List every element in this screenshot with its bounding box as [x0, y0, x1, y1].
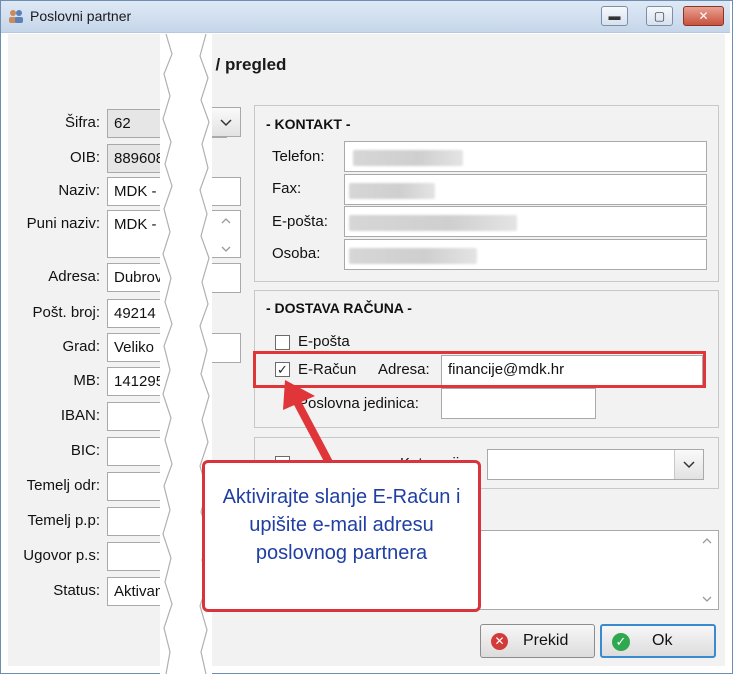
- field-label: MB:: [73, 372, 100, 389]
- field-label: Puni naziv:: [26, 215, 100, 232]
- field-label: Grad:: [62, 338, 100, 355]
- kontakt-title: - KONTAKT -: [264, 116, 353, 132]
- redacted-value: [349, 183, 435, 199]
- osoba-field[interactable]: [344, 239, 707, 270]
- poslovna-jedinica-input[interactable]: [441, 388, 596, 419]
- cancel-button[interactable]: ✕ Prekid: [480, 624, 595, 658]
- sifra-dropdown-button[interactable]: [212, 107, 241, 137]
- osoba-label: Osoba:: [272, 245, 321, 262]
- cancel-icon: ✕: [491, 633, 508, 650]
- field-label: Šifra:: [64, 114, 100, 131]
- chevron-down-icon: [683, 461, 695, 469]
- eposta-checkbox-label: E-pošta: [298, 333, 350, 350]
- field-label: Temelj p.p:: [27, 512, 100, 529]
- redacted-value: [353, 150, 463, 166]
- field-label: Naziv:: [58, 182, 100, 199]
- kategorija-select[interactable]: [487, 449, 704, 480]
- field-label: Ugovor p.s:: [23, 547, 100, 564]
- redacted-value: [349, 248, 477, 264]
- eposta-label: E-pošta:: [272, 213, 328, 230]
- instruction-callout: Aktivirajte slanje E-Račun i upišite e-m…: [202, 460, 481, 612]
- eposta-field[interactable]: [344, 206, 707, 237]
- field-label: IBAN:: [60, 407, 100, 424]
- ok-button-label: Ok: [652, 632, 673, 649]
- napomena-textarea[interactable]: [478, 530, 719, 610]
- ok-button[interactable]: ✓ Ok: [600, 624, 716, 658]
- dostava-title: - DOSTAVA RAČUNA -: [264, 300, 414, 316]
- fax-label: Fax:: [272, 180, 302, 197]
- scroll-arrows-icon: [702, 538, 712, 602]
- field-label: Temelj odr:: [26, 477, 100, 494]
- chevron-down-icon: [220, 119, 232, 127]
- field-stub: [212, 177, 241, 206]
- field-stub: [212, 333, 241, 363]
- scroll-arrows-icon: [221, 218, 231, 252]
- eposta-checkbox[interactable]: [275, 335, 290, 350]
- fax-field[interactable]: [344, 174, 707, 205]
- field-label: OIB:: [69, 149, 100, 166]
- cancel-button-label: Prekid: [523, 632, 569, 649]
- minimize-button[interactable]: ▬: [601, 6, 628, 26]
- field-stub-scroll[interactable]: [212, 210, 241, 258]
- field-label: Status:: [53, 582, 100, 599]
- field-label: Adresa:: [48, 268, 100, 285]
- telefon-field[interactable]: [344, 141, 707, 172]
- field-stub: [212, 263, 241, 293]
- redacted-value: [349, 215, 517, 231]
- telefon-label: Telefon:: [272, 148, 325, 165]
- maximize-button[interactable]: ▢: [646, 6, 673, 26]
- close-button[interactable]: ✕: [683, 6, 724, 26]
- field-label: Pošt. broj:: [32, 304, 100, 321]
- field-label: BIC:: [70, 442, 100, 459]
- checkmark-icon: ✓: [612, 633, 630, 651]
